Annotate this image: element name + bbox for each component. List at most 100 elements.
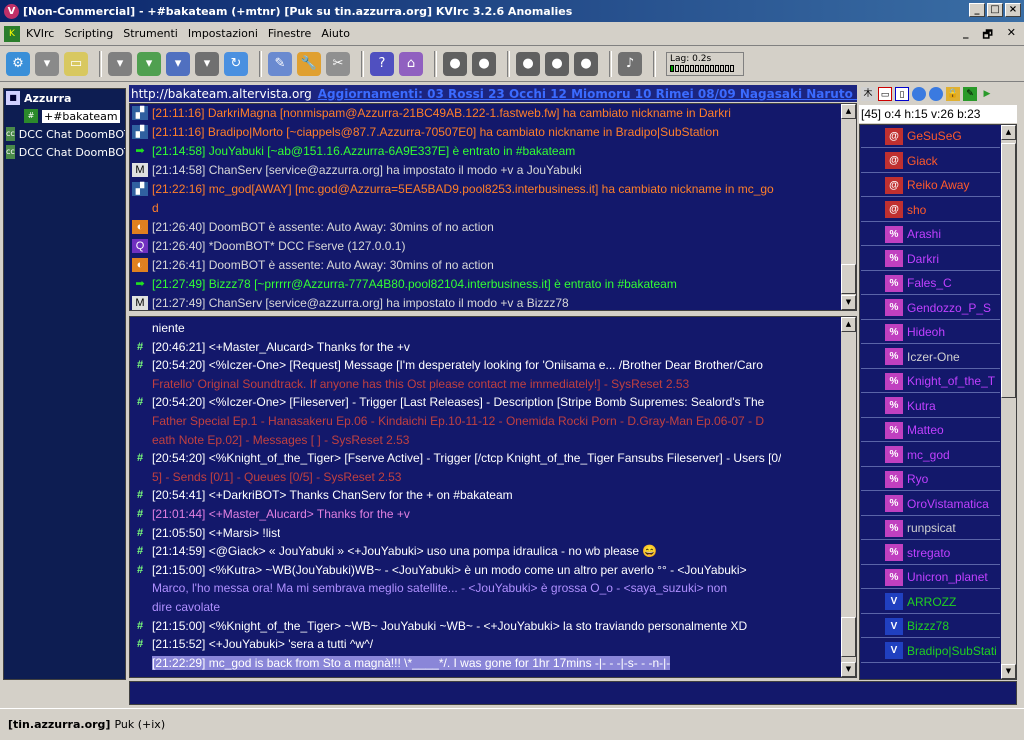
- event-text: [21:26:40] DoomBOT è assente: Auto Away:…: [152, 220, 494, 234]
- user-list-item[interactable]: V ARROZZ: [861, 591, 1000, 614]
- user-list-item[interactable]: @ sho: [861, 199, 1000, 222]
- menu-kvirc[interactable]: KVIrc: [26, 27, 54, 40]
- user-nick: Iczer-One: [907, 349, 960, 364]
- events-scrollbar[interactable]: ▲ ▼: [841, 104, 856, 310]
- speaker-icon[interactable]: ♪: [618, 51, 642, 76]
- users-icon[interactable]: ●: [472, 51, 496, 76]
- user-list-item[interactable]: % Fales_C: [861, 272, 1000, 295]
- scroll-up-arrow[interactable]: ▲: [1001, 125, 1016, 140]
- toolbar-separator: [434, 50, 437, 77]
- menu-aiuto[interactable]: Aiuto: [321, 27, 350, 40]
- user-list-item[interactable]: % Kutra: [861, 395, 1000, 418]
- globe-icon[interactable]: [912, 86, 926, 101]
- events-pane[interactable]: ▞ [21:11:16] DarkriMagna [nonmispam@Azzur…: [129, 103, 857, 311]
- scroll-thumb[interactable]: [1001, 143, 1016, 398]
- scroll-down-arrow[interactable]: ▼: [1001, 664, 1016, 679]
- message-input[interactable]: [129, 681, 1017, 705]
- options-icon[interactable]: ✎: [268, 51, 292, 76]
- channel-list-icon[interactable]: ▾: [108, 51, 132, 76]
- user-list-item[interactable]: % mc_god: [861, 444, 1000, 467]
- user-nick: Fales_C: [907, 276, 952, 290]
- user-list-item[interactable]: % OroVistamatica: [861, 493, 1000, 516]
- op-icon[interactable]: ●: [516, 51, 540, 76]
- kvirc-menu-icon[interactable]: K: [4, 25, 20, 42]
- close-button[interactable]: ×: [1005, 3, 1021, 17]
- chat-text: [20:46:21] <+Master_Alucard> Thanks for …: [152, 339, 410, 354]
- userlist-scrollbar[interactable]: ▲ ▼: [1001, 125, 1016, 679]
- mode-editor-icon[interactable]: 木: [861, 86, 875, 101]
- user-list-item[interactable]: % runpsicat: [861, 517, 1000, 540]
- mode-event-icon: M: [132, 163, 148, 177]
- tree-dcc-chat-1[interactable]: cc DCC Chat DoomBOT: [4, 125, 125, 143]
- lock-icon[interactable]: 🔒: [946, 86, 960, 101]
- user-list[interactable]: @ GeSuSeG @ Giack @ Reiko Away @ sho% Arashi% Dar…: [859, 124, 1017, 680]
- spacer-icon: [132, 656, 148, 670]
- scroll-thumb[interactable]: [841, 617, 856, 657]
- chat-text: [21:15:52] <+JouYabuki> 'sera a tutti ^w…: [152, 637, 374, 652]
- query-icon[interactable]: ▾: [166, 51, 190, 76]
- chat-pane[interactable]: niente # [20:46:21] <+Master_Alucard> Than…: [129, 316, 857, 678]
- minimize-button[interactable]: _: [969, 3, 985, 17]
- user-mode-icon: %: [885, 299, 903, 316]
- user-list-item[interactable]: % Hideoh: [861, 321, 1000, 344]
- scroll-down-arrow[interactable]: ▼: [841, 295, 856, 310]
- menu-scripting[interactable]: Scripting: [64, 27, 113, 40]
- user-list-item[interactable]: % Ryo: [861, 468, 1000, 491]
- arrow-right-icon[interactable]: ▶: [980, 87, 994, 101]
- menu-finestre[interactable]: Finestre: [268, 27, 311, 40]
- maximize-button[interactable]: □: [987, 3, 1003, 17]
- user-list-item[interactable]: @ Giack: [861, 150, 1000, 173]
- user-mode-icon: %: [885, 323, 903, 341]
- user-list-item[interactable]: % Arashi: [861, 223, 1000, 246]
- user-list-item[interactable]: @ Reiko Away: [861, 174, 1000, 197]
- mdi-minimize-button[interactable]: _: [963, 26, 969, 45]
- user-list-item[interactable]: % Iczer-One: [861, 346, 1000, 369]
- log-icon[interactable]: ▯: [895, 86, 909, 101]
- kick-icon[interactable]: ●: [574, 51, 598, 76]
- user-nick: Ryo: [907, 472, 929, 486]
- user-list-item[interactable]: % Matteo: [861, 419, 1000, 442]
- mdi-restore-button[interactable]: 🗗: [982, 26, 992, 45]
- user-list-item[interactable]: % Knight_of_the_T: [861, 370, 1000, 393]
- sync-icon[interactable]: ↻: [224, 51, 248, 76]
- globe2-icon[interactable]: [929, 86, 943, 101]
- join-icon[interactable]: ▾: [137, 51, 161, 76]
- menu-bar: K KVIrc Scripting Strumenti Impostazioni…: [0, 22, 1024, 46]
- user-list-item[interactable]: % Unicron_planet: [861, 566, 1000, 589]
- chat-scrollbar[interactable]: ▲ ▼: [841, 317, 856, 677]
- scroll-up-arrow[interactable]: ▲: [841, 317, 856, 332]
- mdi-close-button[interactable]: ✕: [1007, 26, 1016, 45]
- event-text: [21:11:16] Bradipo|Morto [~ciappels@87.7…: [152, 125, 719, 139]
- user-list-item[interactable]: % Darkri: [861, 248, 1000, 271]
- connect-icon[interactable]: ⚙: [6, 51, 30, 76]
- tree-channel-bakateam[interactable]: # +#bakateam: [4, 107, 125, 125]
- wrench-icon[interactable]: 🔧: [297, 51, 321, 76]
- ban-list-icon[interactable]: ▭: [878, 86, 892, 101]
- menu-strumenti[interactable]: Strumenti: [123, 27, 178, 40]
- user-mode-icon: %: [885, 544, 903, 561]
- tree-dcc-chat-2[interactable]: cc DCC Chat DoomBOT: [4, 143, 125, 161]
- tools-icon[interactable]: ✂: [326, 51, 350, 76]
- user-list-item[interactable]: @ GeSuSeG: [861, 125, 1000, 148]
- user-nick: Darkri: [907, 251, 939, 266]
- home-icon[interactable]: ⌂: [399, 51, 423, 76]
- server-options-icon[interactable]: ▾: [35, 51, 59, 76]
- scroll-up-arrow[interactable]: ▲: [841, 104, 856, 119]
- tree-server-azzurra[interactable]: ■ Azzurra: [4, 89, 125, 107]
- user-icon[interactable]: ●: [443, 51, 467, 76]
- user-list-item[interactable]: V Bizzz78: [861, 615, 1000, 638]
- scroll-thumb[interactable]: [841, 264, 856, 294]
- voice-icon[interactable]: ●: [545, 51, 569, 76]
- help-icon[interactable]: ?: [370, 51, 394, 76]
- user-list-item[interactable]: % stregato: [861, 542, 1000, 565]
- topic-url[interactable]: http://bakateam.altervista.org: [129, 87, 312, 101]
- topic-bar[interactable]: http://bakateam.altervista.org Aggiornam…: [129, 85, 857, 102]
- notify-icon[interactable]: ▾: [195, 51, 219, 76]
- event-line: M [21:14:58] ChanServ [service@azzurra.or…: [132, 163, 840, 177]
- user-list-item[interactable]: V Bradipo|SubStati: [861, 640, 1000, 663]
- menu-impostazioni[interactable]: Impostazioni: [188, 27, 258, 40]
- scroll-down-arrow[interactable]: ▼: [841, 662, 856, 677]
- user-list-item[interactable]: % Gendozzo_P_S: [861, 297, 1000, 320]
- folder-icon[interactable]: ▭: [64, 51, 88, 76]
- pencil-icon[interactable]: ✎: [963, 86, 977, 101]
